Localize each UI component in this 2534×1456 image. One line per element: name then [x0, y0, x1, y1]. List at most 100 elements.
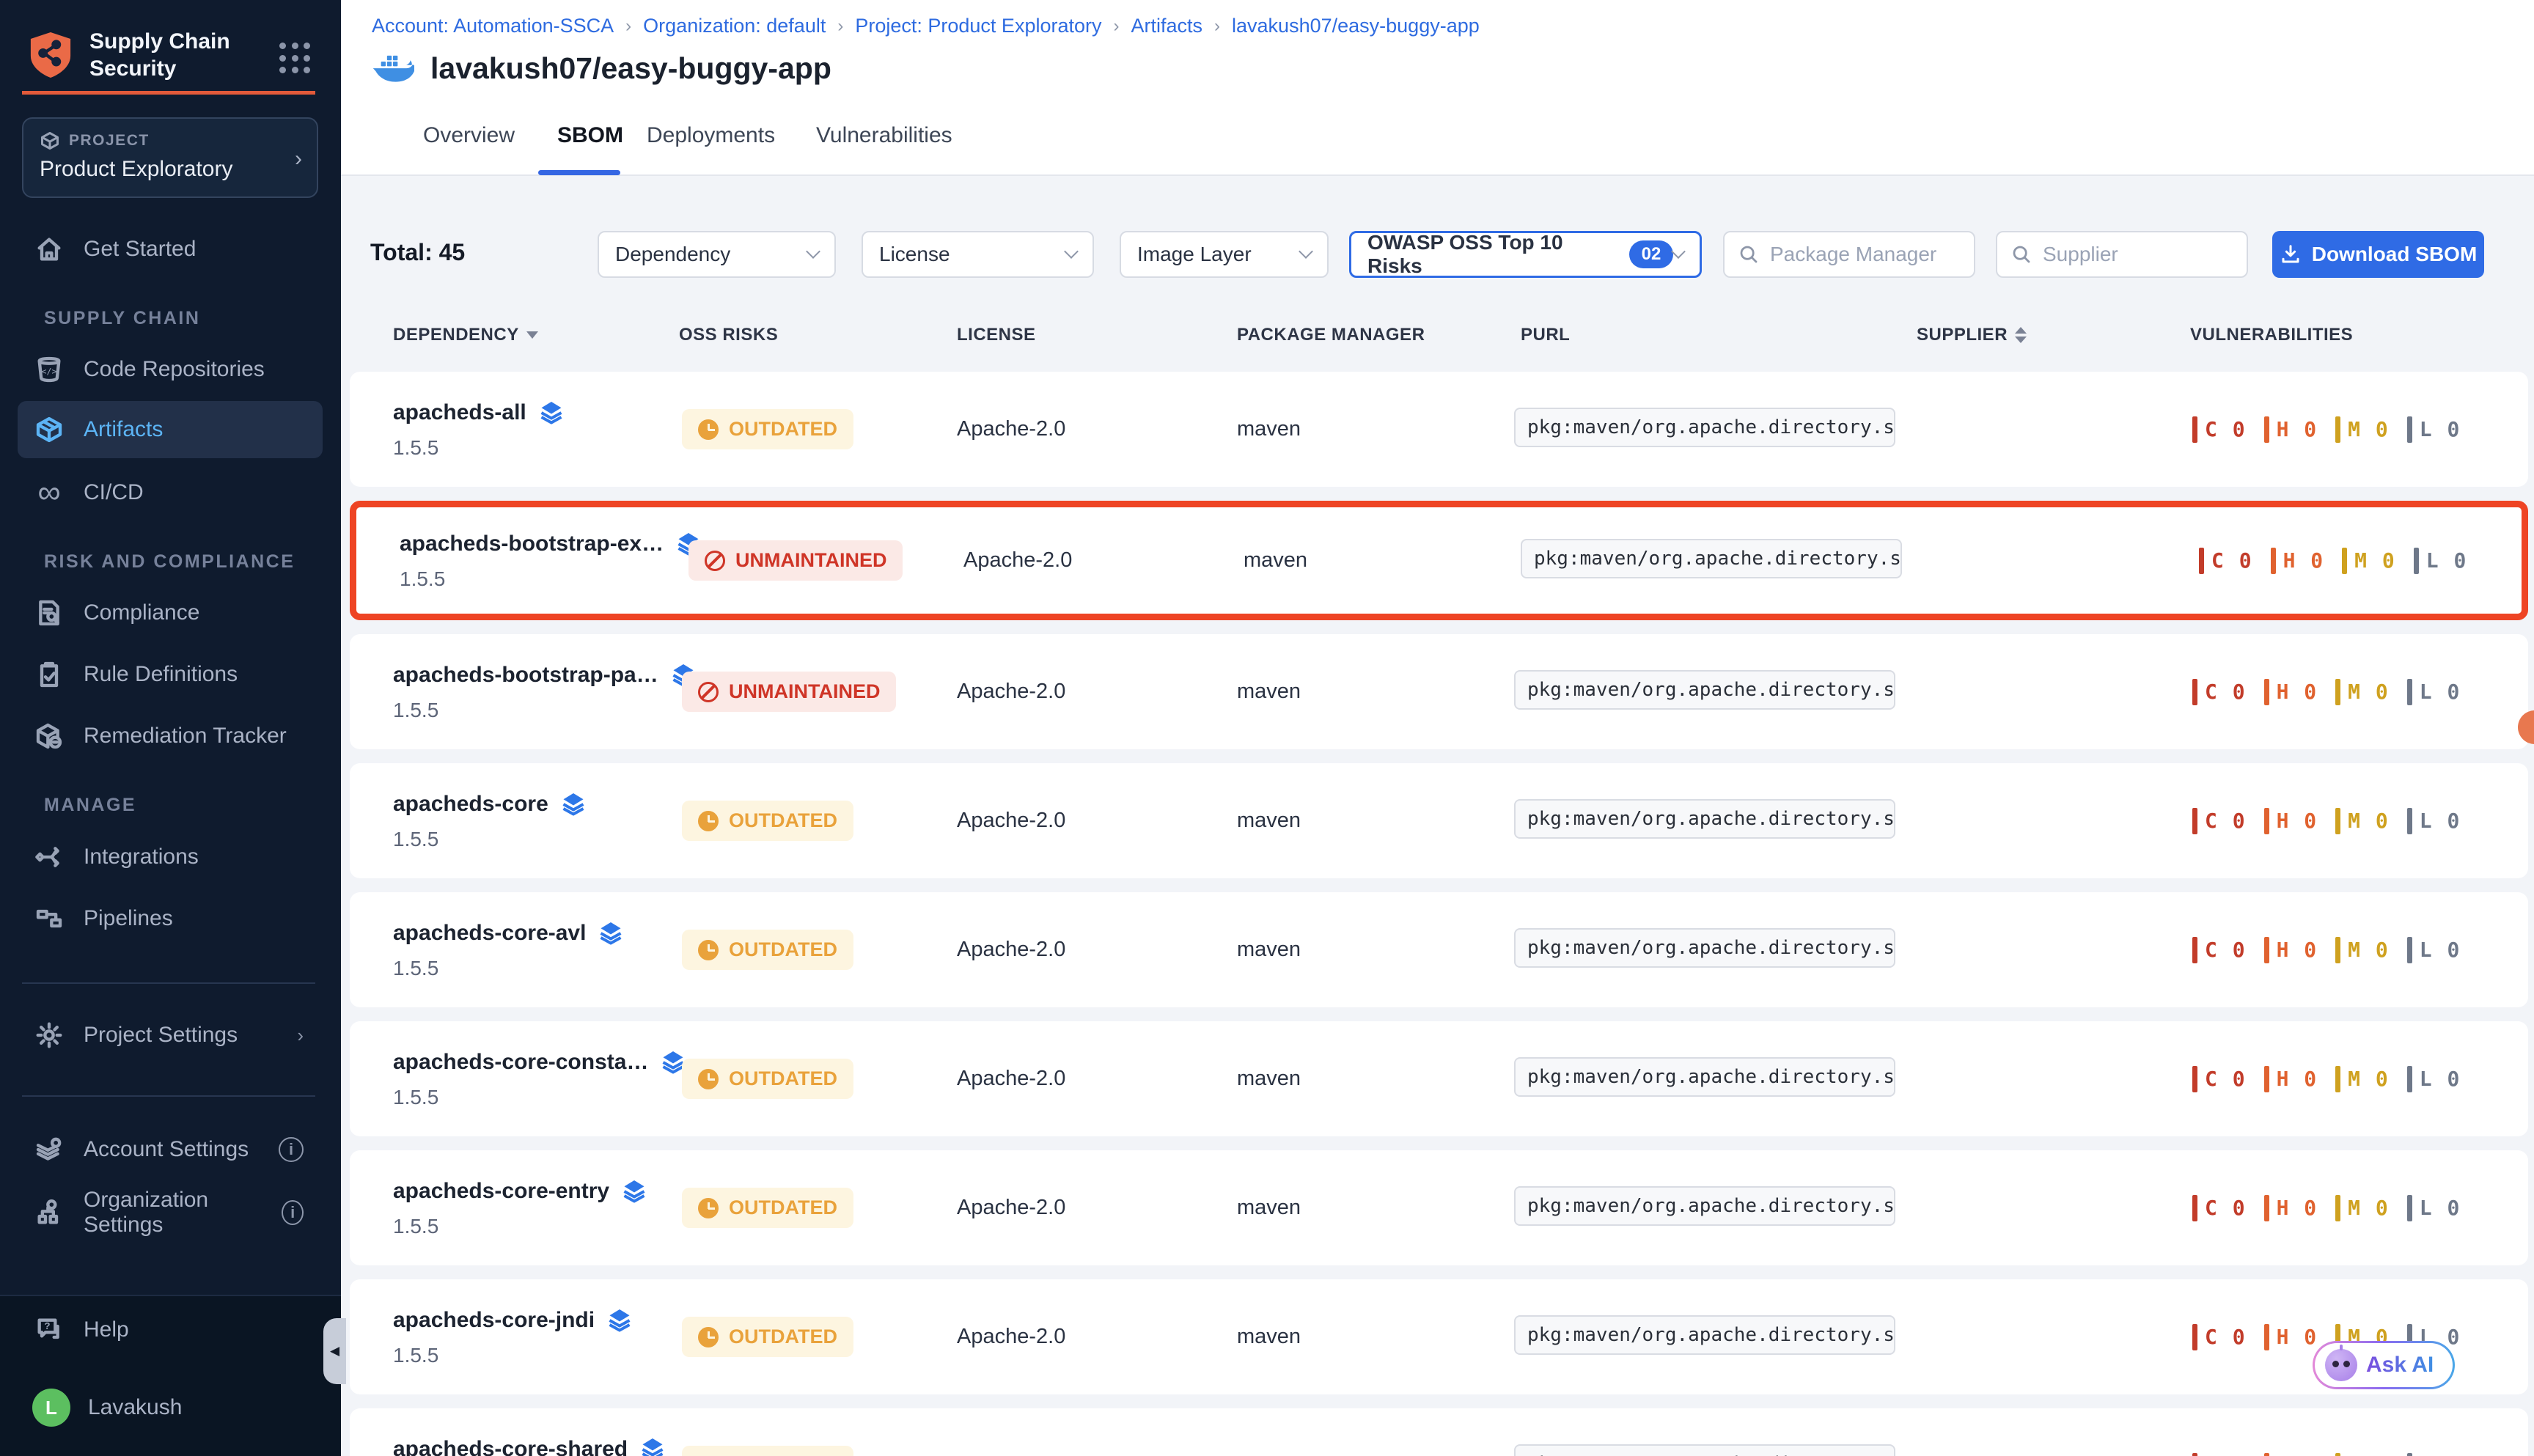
image-layer-filter-select[interactable]: Image Layer	[1120, 231, 1329, 278]
dependency-name[interactable]: apacheds-core-consta…	[393, 1050, 648, 1075]
sidebar-item-rule-definitions[interactable]: Rule Definitions	[18, 651, 323, 698]
owasp-risks-filter-select[interactable]: OWASP OSS Top 10 Risks 02	[1349, 231, 1702, 278]
chevron-right-icon: ›	[297, 1024, 304, 1047]
purl-value[interactable]: pkg:maven/org.apache.directory.s…	[1514, 1057, 1895, 1097]
sidebar-item-artifacts[interactable]: Artifacts	[18, 401, 323, 458]
sidebar-item-code-repositories[interactable]: </> Code Repositories	[18, 346, 323, 393]
sidebar-item-get-started[interactable]: Get Started	[18, 226, 323, 273]
purl-value[interactable]: pkg:maven/org.apache.directory.s…	[1514, 799, 1895, 839]
breadcrumb-artifact-name[interactable]: lavakush07/easy-buggy-app	[1232, 15, 1480, 37]
severity-count: L 0	[2414, 548, 2468, 574]
package-manager-search-input[interactable]	[1770, 243, 1961, 266]
column-header-dependency[interactable]: DEPENDENCY	[393, 325, 538, 345]
project-label: PROJECT	[69, 132, 150, 150]
section-heading-supply-chain: SUPPLY CHAIN	[44, 308, 200, 329]
project-selector[interactable]: PROJECT Product Exploratory ›	[22, 117, 318, 198]
risk-icon	[698, 811, 719, 831]
severity-count: H 0	[2264, 937, 2318, 963]
severity-count: M 0	[2342, 548, 2396, 574]
breadcrumb-organization[interactable]: Organization: default	[643, 15, 826, 37]
supplier-search	[1996, 231, 2248, 278]
module-grid-icon[interactable]	[279, 43, 312, 75]
risk-badge: OUTDATED	[682, 801, 853, 841]
license-cell: Apache-2.0	[957, 680, 1237, 704]
sidebar-item-compliance[interactable]: Compliance	[18, 589, 323, 636]
user-menu[interactable]: L Lavakush	[18, 1384, 323, 1431]
sidebar-item-pipelines[interactable]: Pipelines	[18, 895, 323, 942]
dependency-filter-select[interactable]: Dependency	[598, 231, 836, 278]
dependency-name[interactable]: apacheds-all	[393, 400, 526, 425]
download-icon	[2280, 243, 2302, 265]
sidebar-collapse-handle[interactable]: ◀	[323, 1318, 346, 1384]
risk-icon	[698, 682, 719, 702]
dependency-name[interactable]: apacheds-bootstrap-ex…	[400, 532, 664, 556]
filter-count-badge: 02	[1629, 240, 1674, 268]
purl-value[interactable]: pkg:maven/org.apache.directory.s…	[1514, 408, 1895, 447]
purl-value[interactable]: pkg:maven/org.apache.directory.s…	[1521, 539, 1902, 578]
sidebar-item-cicd[interactable]: ∞ CI/CD	[18, 469, 323, 516]
sidebar-item-remediation-tracker[interactable]: Remediation Tracker	[18, 713, 323, 760]
purl-value[interactable]: pkg:maven/org.apache.directory.s…	[1514, 1444, 1895, 1456]
ask-ai-button[interactable]: Ask AI	[2313, 1341, 2455, 1389]
app-logo: Supply Chain Security	[28, 28, 230, 82]
risk-icon	[698, 940, 719, 960]
sidebar-item-organization-settings[interactable]: Organization Settings i	[18, 1189, 323, 1236]
table-row[interactable]: apacheds-bootstrap-ex… 1.5.5 UNMAINTAINE…	[350, 501, 2528, 620]
package-manager-cell: maven	[1237, 1067, 1514, 1091]
document-search-icon	[32, 596, 66, 630]
tab-overview[interactable]: Overview	[423, 123, 515, 148]
severity-count: H 0	[2264, 1066, 2318, 1092]
oss-risk-cell: OUTDATED	[682, 1317, 957, 1357]
severity-count: M 0	[2335, 1066, 2390, 1092]
severity-count: H 0	[2264, 1195, 2318, 1221]
risk-badge: OUTDATED	[682, 1188, 853, 1228]
download-sbom-button[interactable]: Download SBOM	[2272, 231, 2484, 278]
gear-icon	[32, 1018, 66, 1052]
dependency-name[interactable]: apacheds-core-jndi	[393, 1308, 595, 1333]
column-header-vulnerabilities: VULNERABILITIES	[2190, 325, 2353, 345]
purl-cell: pkg:maven/org.apache.directory.s…	[1514, 799, 1917, 842]
column-header-supplier[interactable]: SUPPLIER	[1917, 325, 2027, 345]
severity-count: C 0	[2192, 1324, 2247, 1350]
integrations-icon	[32, 840, 66, 874]
breadcrumb-account[interactable]: Account: Automation-SSCA	[372, 15, 614, 37]
table-row[interactable]: apacheds-core-entry 1.5.5 OUTDATED Apach…	[350, 1150, 2528, 1265]
ai-robot-icon	[2325, 1349, 2357, 1381]
tab-deployments[interactable]: Deployments	[647, 123, 775, 148]
chevron-down-icon	[1299, 244, 1313, 259]
dependency-version: 1.5.5	[393, 957, 682, 980]
table-row[interactable]: apacheds-bootstrap-pa… 1.5.5 UNMAINTAINE…	[350, 634, 2528, 749]
sidebar-item-integrations[interactable]: Integrations	[18, 834, 323, 880]
table-row[interactable]: apacheds-core-avl 1.5.5 OUTDATED Apache-…	[350, 892, 2528, 1007]
breadcrumb-project[interactable]: Project: Product Exploratory	[855, 15, 1101, 37]
dependency-name[interactable]: apacheds-core-avl	[393, 921, 586, 946]
dependency-name[interactable]: apacheds-bootstrap-pa…	[393, 663, 658, 688]
table-row[interactable]: apacheds-core-shared 1.5.5 OUTDATED Apac…	[350, 1408, 2528, 1456]
purl-value[interactable]: pkg:maven/org.apache.directory.s…	[1514, 1186, 1895, 1226]
table-row[interactable]: apacheds-core-consta… 1.5.5 OUTDATED Apa…	[350, 1021, 2528, 1136]
purl-value[interactable]: pkg:maven/org.apache.directory.s…	[1514, 928, 1895, 968]
sidebar-item-account-settings[interactable]: Account Settings i	[18, 1126, 323, 1173]
purl-value[interactable]: pkg:maven/org.apache.directory.s…	[1514, 670, 1895, 710]
purl-cell: pkg:maven/org.apache.directory.s…	[1514, 928, 1917, 971]
license-filter-select[interactable]: License	[862, 231, 1094, 278]
dependency-name[interactable]: apacheds-core-shared	[393, 1437, 628, 1456]
severity-count: H 0	[2264, 416, 2318, 443]
dependency-name[interactable]: apacheds-core	[393, 792, 548, 817]
org-chart-icon	[32, 1196, 66, 1229]
tab-sbom[interactable]: SBOM	[557, 123, 623, 148]
table-row[interactable]: apacheds-core-jndi 1.5.5 OUTDATED Apache…	[350, 1279, 2528, 1394]
dependency-name[interactable]: apacheds-core-entry	[393, 1179, 609, 1204]
sidebar-item-project-settings[interactable]: Project Settings ›	[18, 1012, 323, 1059]
tab-vulnerabilities[interactable]: Vulnerabilities	[816, 123, 952, 148]
purl-value[interactable]: pkg:maven/org.apache.directory.s…	[1514, 1315, 1895, 1355]
chevron-down-icon	[806, 244, 820, 259]
dependency-version: 1.5.5	[393, 1215, 682, 1238]
supplier-search-input[interactable]	[2043, 243, 2233, 266]
home-icon	[32, 232, 66, 266]
breadcrumb-artifacts[interactable]: Artifacts	[1131, 15, 1203, 37]
table-row[interactable]: apacheds-core 1.5.5 OUTDATED Apache-2.0 …	[350, 763, 2528, 878]
sidebar-item-help[interactable]: ? Help	[18, 1306, 323, 1353]
dependency-cell: apacheds-all 1.5.5	[350, 372, 682, 487]
table-row[interactable]: apacheds-all 1.5.5 OUTDATED Apache-2.0 m…	[350, 372, 2528, 487]
